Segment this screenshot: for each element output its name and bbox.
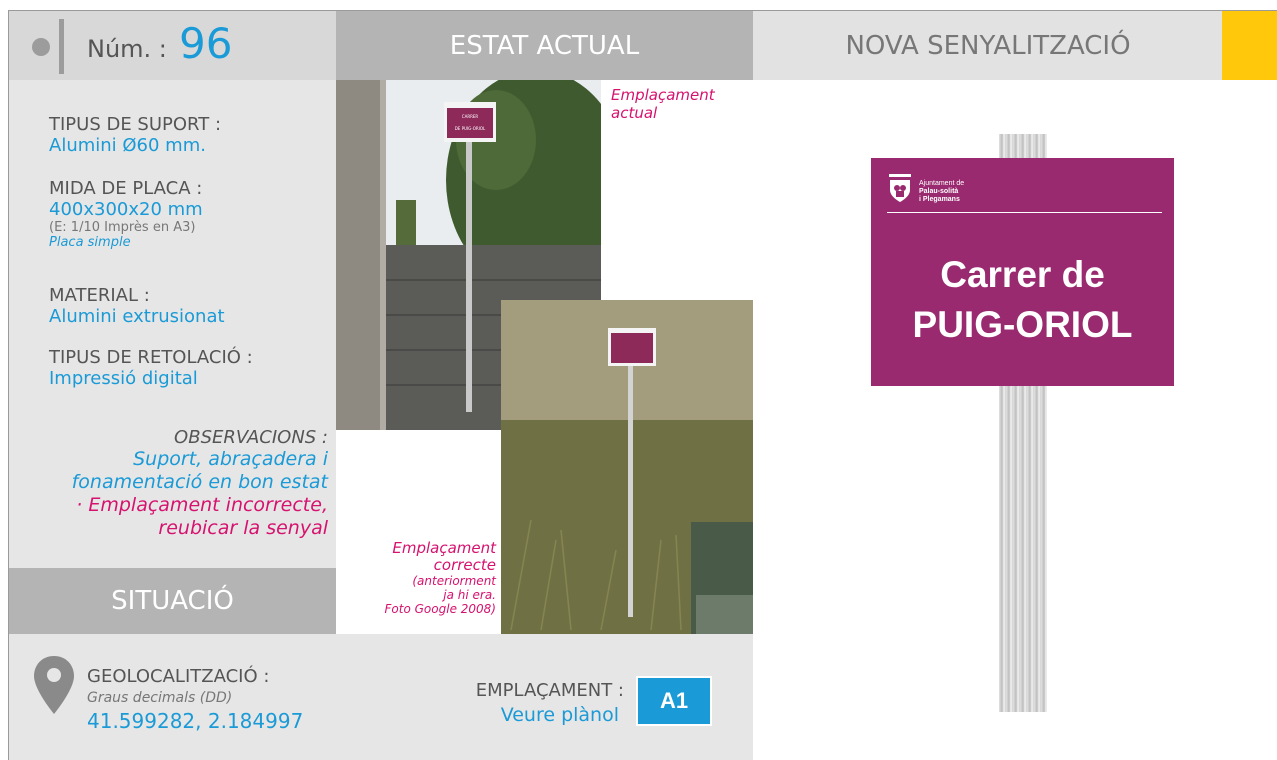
observacions-line: Suport, abraçadera i bbox=[133, 448, 328, 470]
specs-panel: TIPUS DE SUPORT : Alumini Ø60 mm. MIDA D… bbox=[9, 80, 336, 568]
correct-location-photo bbox=[501, 300, 753, 634]
municipal-shield-icon bbox=[889, 174, 911, 202]
caption-line: actual bbox=[611, 104, 658, 122]
geo-coordinates: 41.599282, 2.184997 bbox=[87, 709, 304, 733]
caption-line: correcte bbox=[433, 556, 496, 574]
geo-label: GEOLOCALITZACIÓ : bbox=[87, 666, 270, 687]
number-value: 96 bbox=[179, 19, 233, 68]
suport-value: Alumini Ø60 mm. bbox=[49, 135, 206, 156]
material-spec: MATERIAL : Alumini extrusionat bbox=[49, 285, 225, 327]
street-sign-plate: Ajuntament de Palau-solità i Plegamans C… bbox=[871, 158, 1174, 386]
observacions-label: OBSERVACIONS : bbox=[174, 427, 328, 448]
street-name: Carrer de PUIG-ORIOL bbox=[871, 250, 1174, 350]
map-reference-badge[interactable]: A1 bbox=[636, 676, 712, 726]
municipality-logo-text: Ajuntament de Palau-solità i Plegamans bbox=[919, 180, 964, 204]
divider bbox=[59, 19, 64, 74]
placa-type: Placa simple bbox=[49, 235, 131, 250]
dot-icon bbox=[32, 38, 50, 56]
placa-scale: (E: 1/10 Imprès en A3) bbox=[49, 220, 196, 235]
map-pin-icon bbox=[34, 656, 74, 714]
caption-line: Foto Google 2008) bbox=[384, 602, 496, 616]
photo-sign-text: CARRER bbox=[462, 114, 479, 119]
retolacio-label: TIPUS DE RETOLACIÓ : bbox=[49, 347, 253, 368]
retolacio-value: Impressió digital bbox=[49, 368, 198, 389]
situacio-heading: SITUACIÓ bbox=[9, 568, 336, 634]
caption-line: Emplaçament bbox=[392, 539, 496, 557]
material-value: Alumini extrusionat bbox=[49, 306, 225, 327]
emplacament-block: EMPLAÇAMENT : Veure plànol A1 bbox=[336, 634, 753, 760]
caption-current-location: Emplaçament actual bbox=[611, 86, 715, 122]
observacions-line: reubicar la senyal bbox=[158, 517, 328, 539]
suport-label: TIPUS DE SUPORT : bbox=[49, 114, 222, 135]
emplacament-link[interactable]: Veure plànol bbox=[434, 704, 619, 726]
logo-line: Ajuntament de bbox=[919, 180, 965, 187]
divider bbox=[887, 212, 1162, 213]
logo-line: Palau-solità bbox=[919, 188, 959, 195]
accent-block bbox=[1222, 11, 1277, 80]
estat-actual-heading: ESTAT ACTUAL bbox=[336, 11, 753, 80]
street-name-line: Carrer de bbox=[940, 254, 1105, 295]
street-name-line: PUIG-ORIOL bbox=[912, 304, 1133, 345]
photo-sign-text: DE PUIG-ORIOL bbox=[455, 126, 486, 131]
geo-subtitle: Graus decimals (DD) bbox=[87, 690, 233, 706]
observacions-line: fonamentació en bon estat bbox=[71, 471, 328, 493]
placa-value: 400x300x20 mm bbox=[49, 199, 203, 220]
caption-line: ja hi era. bbox=[443, 588, 496, 602]
logo-line: i Plegamans bbox=[919, 196, 960, 203]
emplacament-label: EMPLAÇAMENT : bbox=[475, 680, 624, 701]
retolacio-spec: TIPUS DE RETOLACIÓ : Impressió digital bbox=[49, 347, 253, 389]
caption-line: Emplaçament bbox=[611, 86, 715, 104]
number-label: Núm. : bbox=[87, 35, 167, 63]
caption-line: (anteriorment bbox=[412, 574, 496, 588]
observacions-line: · Emplaçament incorrecte, bbox=[76, 494, 328, 516]
placa-spec: MIDA DE PLACA : 400x300x20 mm (E: 1/10 I… bbox=[49, 178, 203, 250]
caption-correct-location: Emplaçament correcte (anteriorment ja hi… bbox=[376, 539, 496, 617]
placa-label: MIDA DE PLACA : bbox=[49, 178, 203, 199]
suport-spec: TIPUS DE SUPORT : Alumini Ø60 mm. bbox=[49, 114, 221, 156]
geolocation-block: GEOLOCALITZACIÓ : Graus decimals (DD) 41… bbox=[9, 634, 336, 760]
material-label: MATERIAL : bbox=[49, 285, 150, 306]
observacions-block: OBSERVACIONS : Suport, abraçadera i fona… bbox=[72, 427, 328, 540]
nova-senyalitzacio-heading: NOVA SENYALITZACIÓ bbox=[753, 11, 1223, 80]
header-number-block: Núm. : 96 bbox=[9, 11, 336, 80]
